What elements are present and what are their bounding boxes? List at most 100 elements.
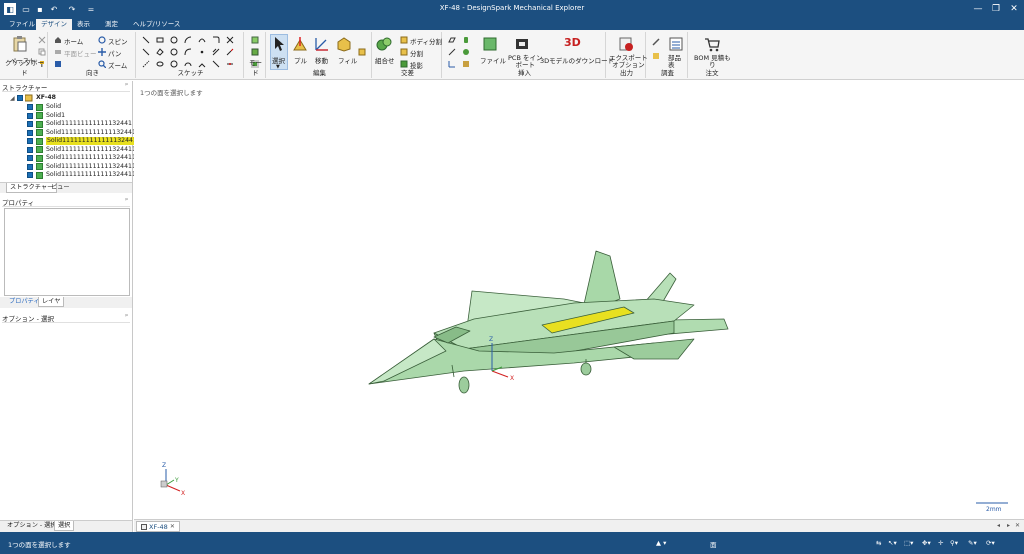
three-point-circle-icon[interactable] (170, 48, 178, 56)
home-icon[interactable] (54, 36, 62, 44)
undo-icon[interactable]: ↶ (48, 3, 60, 15)
sketch-mode-icon[interactable] (251, 36, 259, 44)
three-point-rect-icon[interactable] (156, 48, 164, 56)
tree-item[interactable]: Solid11111111111111324411 (46, 129, 140, 137)
tree-item[interactable]: Solid111111111111132441112 (46, 154, 144, 162)
combine-icon[interactable] (376, 36, 392, 52)
tab-view[interactable]: ビュー (48, 183, 73, 193)
parts-list-icon[interactable] (668, 36, 684, 52)
aircraft-model[interactable]: Z X Z Y X 2mm (134, 81, 1024, 519)
tab-scroll-right-icon[interactable]: ▸ (1007, 522, 1010, 529)
rectangle-icon[interactable] (156, 36, 164, 44)
check-geometry-icon[interactable] (652, 52, 660, 60)
cart-icon[interactable] (704, 36, 720, 52)
tree-item-visibility-checkbox[interactable] (27, 172, 33, 178)
trim-icon[interactable] (226, 36, 234, 44)
close-button[interactable]: ✕ (1006, 2, 1022, 16)
tree-item[interactable]: Solid1111111111111324411112 (46, 171, 148, 179)
tab-help[interactable]: ヘルプ/リソース (128, 19, 185, 30)
sketch-status-icon[interactable]: ✎▾ (968, 539, 977, 547)
spline-icon[interactable] (198, 36, 206, 44)
pull-button[interactable]: プル (294, 55, 307, 65)
move-button[interactable]: 移動 (315, 55, 328, 65)
tree-item-visibility-checkbox[interactable] (27, 129, 33, 136)
sweep-arc-icon[interactable] (184, 48, 192, 56)
split-body-icon[interactable] (400, 36, 408, 44)
redo-icon[interactable]: ↷ (66, 3, 78, 15)
tree-item-visibility-checkbox[interactable] (27, 146, 33, 153)
extend-icon[interactable] (226, 48, 234, 56)
close-tab-icon[interactable]: ✕ (170, 523, 175, 530)
split-icon[interactable] (400, 48, 408, 56)
tree-item-visibility-checkbox[interactable] (27, 112, 33, 119)
selection-filter[interactable]: 面 (710, 539, 717, 549)
cylinder-icon[interactable] (462, 36, 470, 44)
warning-icon[interactable]: ▲ ▾ (656, 539, 666, 547)
fillet-icon[interactable] (212, 36, 220, 44)
collapse-icon[interactable]: ◢ (10, 95, 15, 102)
tree-item[interactable]: Solid111111111111132441 (46, 120, 132, 128)
tree-item[interactable]: Solid1 (46, 112, 65, 120)
tree-item-visibility-checkbox[interactable] (27, 121, 33, 127)
point-icon[interactable] (198, 48, 206, 56)
plane-view-icon[interactable] (54, 48, 62, 56)
open-icon[interactable]: ▭ (20, 3, 32, 15)
tab-display[interactable]: 表示 (72, 19, 95, 30)
sphere-icon[interactable] (462, 48, 470, 56)
tab-measure[interactable]: 測定 (100, 19, 123, 30)
paste-icon[interactable] (12, 36, 28, 52)
root-visibility-checkbox[interactable] (17, 95, 23, 101)
fill-button[interactable]: フィル (338, 55, 357, 65)
pull-icon[interactable] (292, 36, 308, 52)
pan-status-icon[interactable]: ✛ (938, 539, 943, 547)
insert-file-icon[interactable] (482, 36, 498, 52)
pin-icon[interactable]: ᵖ (125, 82, 128, 89)
customize-icon[interactable]: = (86, 3, 96, 15)
tab-layers[interactable]: レイヤ (38, 297, 65, 307)
tree-item-visibility-checkbox[interactable] (27, 104, 33, 110)
split-body-button[interactable]: ボディ分割 (410, 36, 442, 46)
box-select-icon[interactable]: ⬚▾ (904, 539, 913, 547)
doc-tab-xf48[interactable]: XF-48 ✕ (136, 521, 180, 532)
section-mode-icon[interactable] (251, 48, 259, 56)
move-icon[interactable] (314, 36, 330, 52)
circle-icon[interactable] (170, 36, 178, 44)
tab-select[interactable]: 選択 (54, 521, 75, 531)
select-mode-icon[interactable]: ↖▾ (888, 539, 897, 547)
plane-icon[interactable] (448, 36, 456, 44)
replace-icon[interactable] (358, 48, 366, 56)
download-3d-model-button[interactable]: 3Dモデルのダウンロード (540, 55, 614, 65)
copy-icon[interactable] (38, 48, 46, 56)
tab-design[interactable]: デザイン (36, 19, 72, 30)
home-button[interactable]: ホーム (64, 36, 83, 46)
pcb-import-icon[interactable] (514, 36, 530, 52)
plane-view-button[interactable]: 平面ビュー (64, 48, 97, 58)
axis-icon[interactable] (448, 48, 456, 56)
tree-item[interactable]: Solid (46, 103, 61, 111)
offset-icon[interactable] (212, 48, 220, 56)
view-orient-icon[interactable]: ✥▾ (922, 539, 931, 547)
minimize-button[interactable]: — (970, 2, 986, 16)
tree-root-label[interactable]: XF-48 (36, 94, 56, 102)
spin-status-icon[interactable]: ⟳▾ (986, 539, 995, 547)
export-icon[interactable] (618, 36, 634, 52)
pan-button[interactable]: パン (108, 48, 121, 58)
fill-icon[interactable] (336, 36, 352, 52)
tree-item-visibility-checkbox[interactable] (27, 163, 33, 170)
restore-button[interactable]: ❐ (988, 2, 1004, 16)
3d-viewport[interactable]: 1つの面を選択します Z X Z Y X 2mm (134, 81, 1024, 519)
tree-item-visibility-checkbox[interactable] (27, 138, 33, 144)
zoom-status-icon[interactable]: ⚲▾ (950, 539, 958, 547)
line-icon[interactable] (142, 36, 150, 44)
spin-button[interactable]: スピン (108, 36, 128, 46)
pan-icon[interactable] (98, 48, 106, 56)
tree-item-visibility-checkbox[interactable] (27, 155, 33, 161)
tree-item[interactable]: Solid11111111111111324412 (46, 137, 142, 145)
measure-icon[interactable] (652, 38, 660, 46)
tab-file[interactable]: ファイル (4, 19, 40, 30)
tangent-line-icon[interactable] (142, 48, 150, 56)
insert-file-button[interactable]: ファイル (480, 55, 506, 65)
arc-icon[interactable] (184, 36, 192, 44)
snap-icon[interactable]: ⇆ (876, 539, 881, 547)
combine-button[interactable]: 組合せ (375, 55, 395, 65)
